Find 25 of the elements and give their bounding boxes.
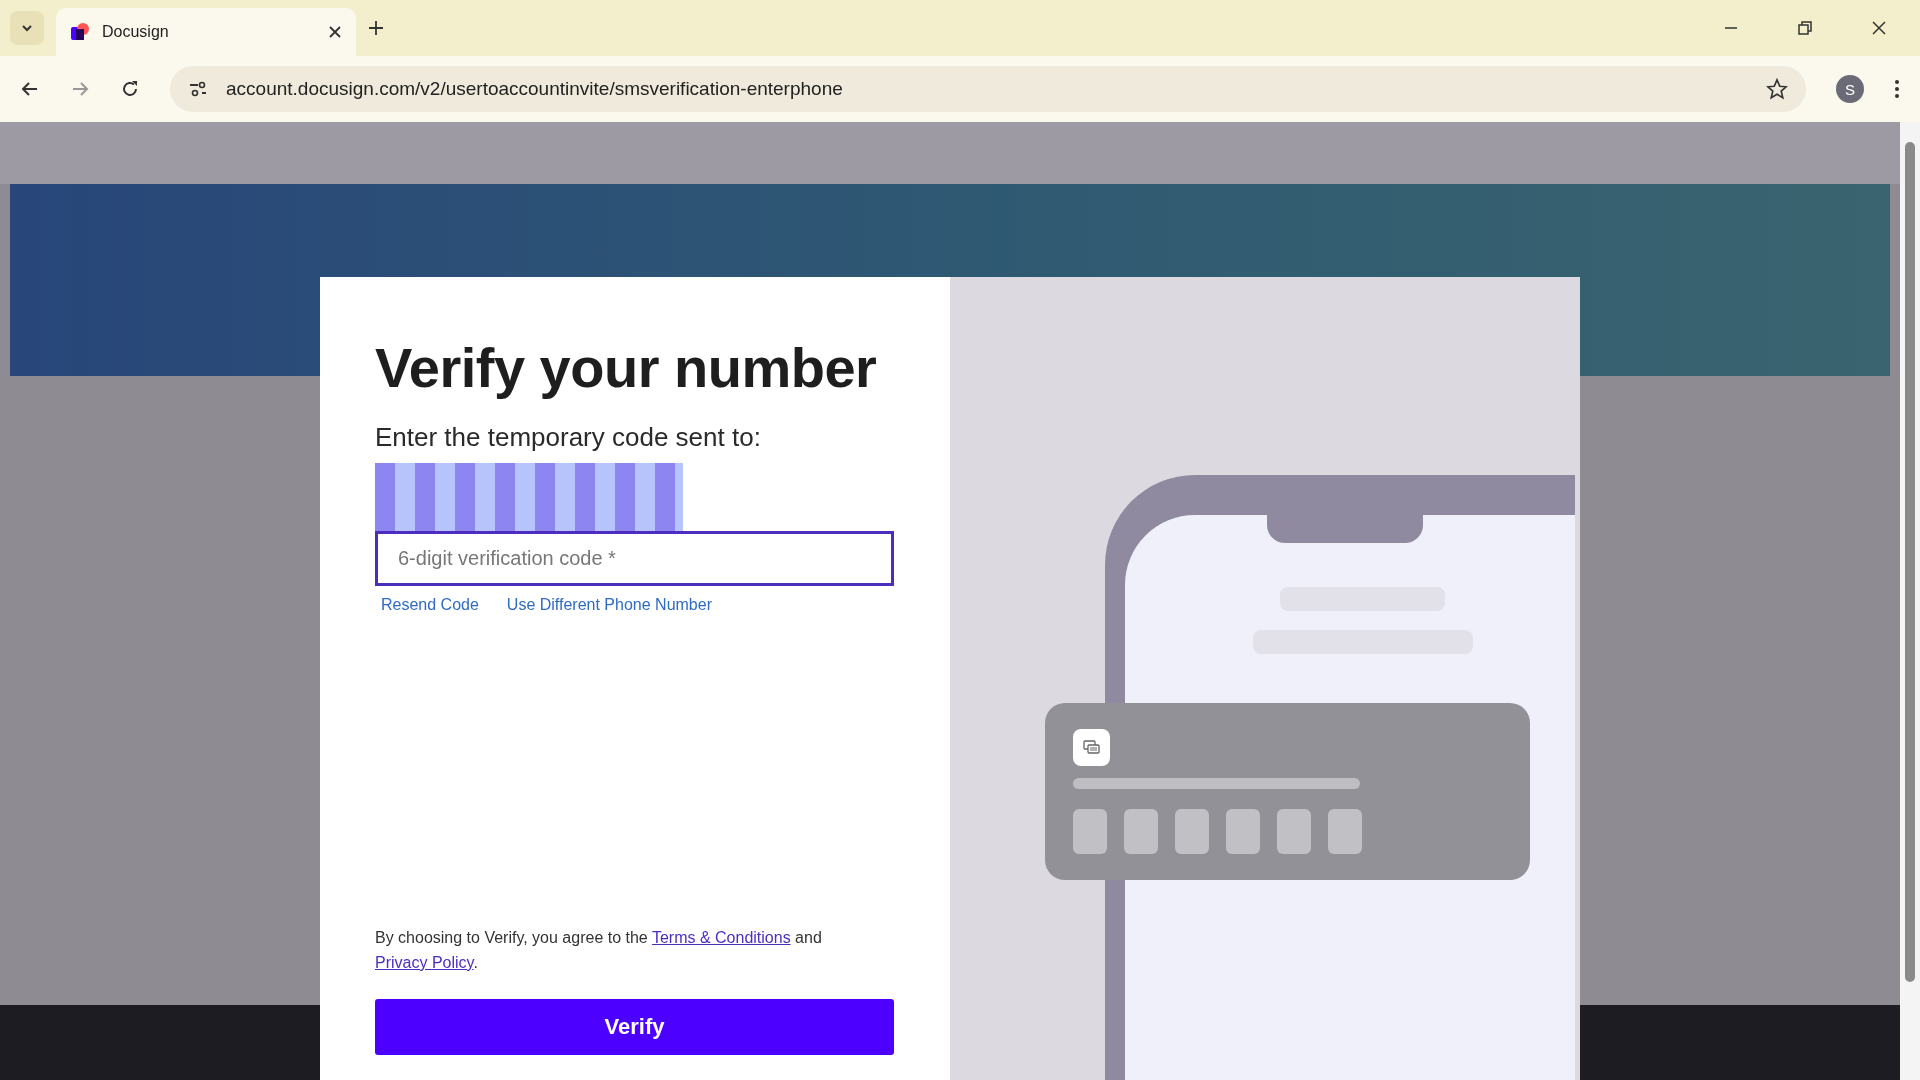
address-bar[interactable]: account.docusign.com/v2/usertoaccountinvite/smsverification-enterphone (170, 66, 1806, 112)
verify-button[interactable]: Verify (375, 999, 894, 1055)
close-icon[interactable] (1871, 20, 1887, 36)
dialog-title: Verify your number (375, 335, 878, 400)
profile-avatar[interactable]: S (1836, 75, 1864, 103)
tab-list-button[interactable] (10, 11, 44, 45)
verification-code-field[interactable]: 6-digit verification code * (375, 531, 894, 586)
restore-icon[interactable] (1797, 20, 1813, 36)
browser-tab[interactable]: Docusign (56, 8, 356, 56)
scrollbar[interactable] (1900, 122, 1920, 1080)
agreement-text: By choosing to Verify, you agree to the Terms & Conditions and Privacy Policy. (375, 928, 823, 973)
logo-icon (70, 22, 90, 42)
close-icon[interactable] (328, 25, 342, 39)
reload-icon[interactable] (120, 79, 140, 99)
tab-title: Docusign (102, 23, 170, 41)
link[interactable]: Resend Code (381, 596, 479, 614)
new-tab-icon[interactable] (368, 20, 384, 36)
url-text: account.docusign.com/v2/usertoaccountinvite/smsverification-enterphone (226, 78, 843, 100)
privacy-link[interactable]: Privacy Policy (375, 954, 474, 971)
terms-link[interactable]: Terms & Conditions (651, 929, 791, 946)
link[interactable]: Use Different Phone Number (506, 596, 712, 614)
menu-icon[interactable] (1894, 79, 1900, 99)
site-settings-icon[interactable] (188, 79, 208, 99)
star-icon[interactable] (1766, 78, 1788, 100)
instruction-text: Enter the temporary code sent to: (375, 422, 762, 453)
